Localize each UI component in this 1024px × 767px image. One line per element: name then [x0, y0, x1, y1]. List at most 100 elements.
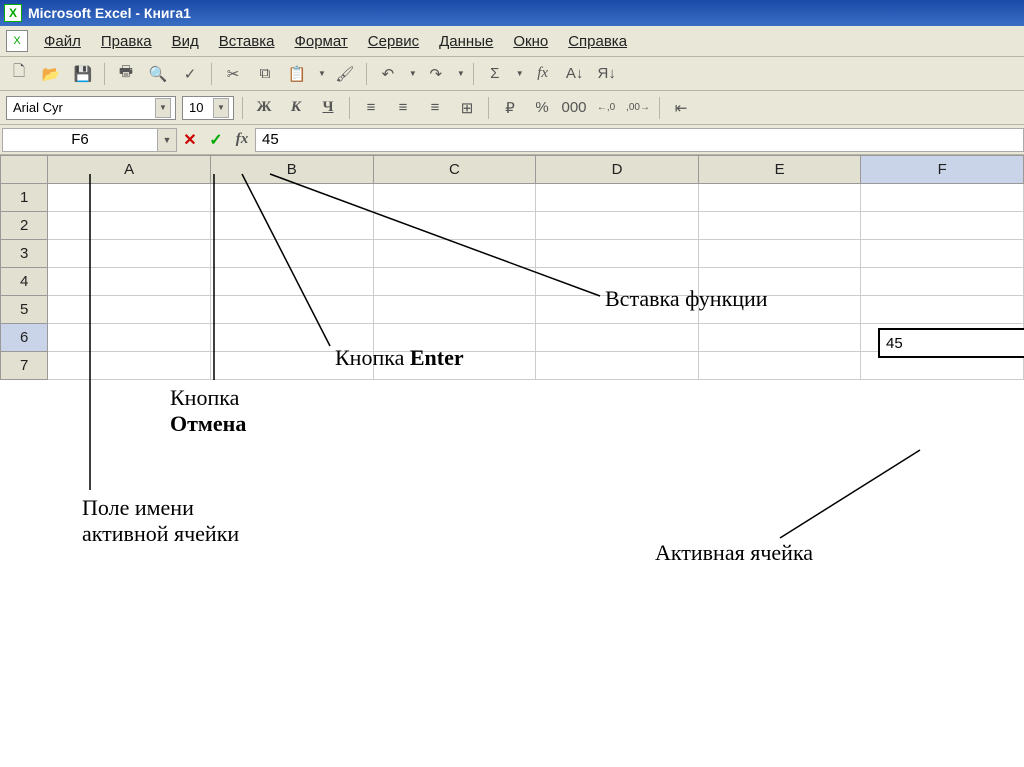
save-file-icon[interactable]: 💾 — [70, 62, 96, 86]
cell-C3[interactable] — [373, 240, 536, 268]
cell-E2[interactable] — [698, 212, 861, 240]
spreadsheet-grid[interactable]: ABCDEF 1234567 45 — [0, 155, 1024, 380]
active-cell[interactable]: 45 — [878, 328, 1024, 358]
row-header-4[interactable]: 4 — [1, 268, 48, 296]
spellcheck-icon[interactable]: ✓ — [177, 62, 203, 86]
cell-A6[interactable] — [48, 324, 211, 352]
new-file-icon[interactable]: 🗋 — [6, 62, 32, 86]
decrease-decimal-icon[interactable]: ,00→ — [625, 96, 651, 120]
column-header-E[interactable]: E — [698, 156, 861, 184]
cell-C2[interactable] — [373, 212, 536, 240]
cell-D1[interactable] — [536, 184, 699, 212]
cell-B4[interactable] — [210, 268, 373, 296]
name-box[interactable]: F6 — [2, 128, 157, 152]
name-box-dropdown-icon[interactable]: ▼ — [157, 128, 177, 152]
font-name-dropdown-icon[interactable]: ▼ — [155, 98, 171, 118]
print-preview-icon[interactable]: 🔍 — [145, 62, 171, 86]
menu-view[interactable]: Вид — [168, 31, 203, 52]
cell-D6[interactable] — [536, 324, 699, 352]
font-size-combo[interactable]: 10 ▼ — [182, 96, 234, 120]
autosum-icon[interactable]: Σ — [482, 62, 508, 86]
cell-A5[interactable] — [48, 296, 211, 324]
row-header-6[interactable]: 6 — [1, 324, 48, 352]
print-icon[interactable]: 🖶 — [113, 62, 139, 86]
cell-A7[interactable] — [48, 352, 211, 380]
menu-data[interactable]: Данные — [435, 31, 497, 52]
cell-A4[interactable] — [48, 268, 211, 296]
copy-icon[interactable]: ⧉ — [252, 62, 278, 86]
cell-F2[interactable] — [861, 212, 1024, 240]
menu-insert[interactable]: Вставка — [215, 31, 279, 52]
menu-window[interactable]: Окно — [509, 31, 552, 52]
merge-center-icon[interactable]: ⊞ — [454, 96, 480, 120]
undo-dropdown-icon[interactable]: ▼ — [409, 69, 417, 78]
align-center-icon[interactable]: ≡ — [390, 96, 416, 120]
italic-button[interactable]: К — [283, 96, 309, 120]
cell-A2[interactable] — [48, 212, 211, 240]
cancel-button[interactable]: ✕ — [177, 128, 203, 152]
menu-format[interactable]: Формат — [290, 31, 351, 52]
sort-desc-icon[interactable]: Я↓ — [594, 62, 620, 86]
open-file-icon[interactable]: 📂 — [38, 62, 64, 86]
undo-icon[interactable]: ↶ — [375, 62, 401, 86]
paste-icon[interactable]: 📋 — [284, 62, 310, 86]
cell-F4[interactable] — [861, 268, 1024, 296]
align-left-icon[interactable]: ≡ — [358, 96, 384, 120]
menu-edit[interactable]: Правка — [97, 31, 156, 52]
cell-B3[interactable] — [210, 240, 373, 268]
cut-icon[interactable]: ✂ — [220, 62, 246, 86]
sort-asc-icon[interactable]: A↓ — [562, 62, 588, 86]
row-header-2[interactable]: 2 — [1, 212, 48, 240]
formula-input[interactable]: 45 — [255, 128, 1024, 152]
row-header-3[interactable]: 3 — [1, 240, 48, 268]
increase-decimal-icon[interactable]: ←,0 — [593, 96, 619, 120]
cell-B2[interactable] — [210, 212, 373, 240]
redo-icon[interactable]: ↷ — [423, 62, 449, 86]
currency-icon[interactable]: ₽ — [497, 96, 523, 120]
paste-dropdown-icon[interactable]: ▼ — [318, 69, 326, 78]
row-header-7[interactable]: 7 — [1, 352, 48, 380]
column-header-D[interactable]: D — [536, 156, 699, 184]
percent-icon[interactable]: % — [529, 96, 555, 120]
insert-function-toolbar-icon[interactable]: fx — [530, 62, 556, 86]
menu-tools[interactable]: Сервис — [364, 31, 423, 52]
insert-function-button[interactable]: fx — [229, 128, 255, 152]
align-right-icon[interactable]: ≡ — [422, 96, 448, 120]
cell-B5[interactable] — [210, 296, 373, 324]
column-header-A[interactable]: A — [48, 156, 211, 184]
cell-D3[interactable] — [536, 240, 699, 268]
cell-F1[interactable] — [861, 184, 1024, 212]
menu-help[interactable]: Справка — [564, 31, 631, 52]
menu-file[interactable]: Файл — [40, 31, 85, 52]
redo-dropdown-icon[interactable]: ▼ — [457, 69, 465, 78]
excel-doc-icon[interactable]: X — [6, 30, 28, 52]
column-header-B[interactable]: B — [210, 156, 373, 184]
thousands-icon[interactable]: 000 — [561, 96, 587, 120]
underline-button[interactable]: Ч — [315, 96, 341, 120]
cell-E7[interactable] — [698, 352, 861, 380]
cell-F3[interactable] — [861, 240, 1024, 268]
cell-F5[interactable] — [861, 296, 1024, 324]
column-header-F[interactable]: F — [861, 156, 1024, 184]
cell-D7[interactable] — [536, 352, 699, 380]
format-painter-icon[interactable]: 🖌 — [332, 62, 358, 86]
indent-icon[interactable]: ⇤ — [668, 96, 694, 120]
cell-E6[interactable] — [698, 324, 861, 352]
enter-button[interactable]: ✓ — [203, 128, 229, 152]
font-size-dropdown-icon[interactable]: ▼ — [213, 98, 229, 118]
cell-B1[interactable] — [210, 184, 373, 212]
column-header-C[interactable]: C — [373, 156, 536, 184]
bold-button[interactable]: Ж — [251, 96, 277, 120]
cell-C1[interactable] — [373, 184, 536, 212]
row-header-1[interactable]: 1 — [1, 184, 48, 212]
cell-E1[interactable] — [698, 184, 861, 212]
cell-D2[interactable] — [536, 212, 699, 240]
cell-A3[interactable] — [48, 240, 211, 268]
cell-C4[interactable] — [373, 268, 536, 296]
autosum-dropdown-icon[interactable]: ▼ — [516, 69, 524, 78]
select-all-corner[interactable] — [1, 156, 48, 184]
cell-C5[interactable] — [373, 296, 536, 324]
font-name-combo[interactable]: Arial Cyr ▼ — [6, 96, 176, 120]
cell-A1[interactable] — [48, 184, 211, 212]
cell-E3[interactable] — [698, 240, 861, 268]
